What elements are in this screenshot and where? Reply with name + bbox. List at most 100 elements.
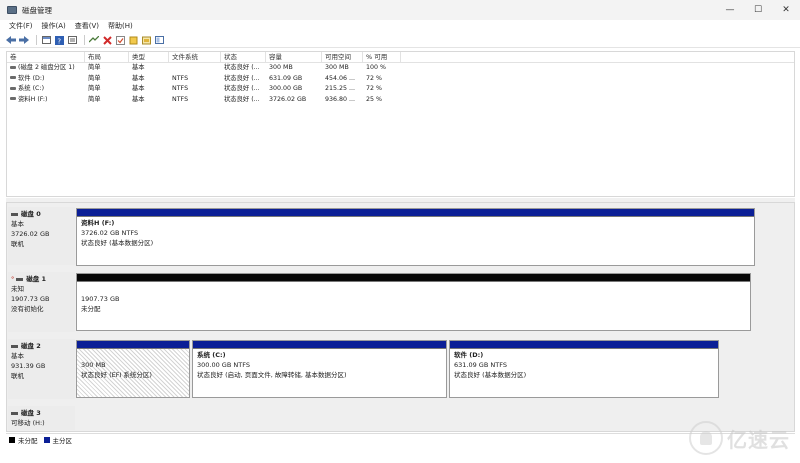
disk-map-pane: 磁盘 0 基本 3726.02 GB 联机 资料H (F:) 3726.02 G… <box>6 202 795 432</box>
partition-size: 300 MB <box>81 361 106 369</box>
partition-c[interactable]: 系统 (C:) 300.00 GB NTFS 状态良好 (启动, 页面文件, 故… <box>192 340 447 398</box>
table-row[interactable]: 软件 (D:) 简单 基本 NTFS 状态良好 (... 631.09 GB 4… <box>7 74 794 85</box>
disk-row: 磁盘 2 基本 931.39 GB 联机 300 MB 状态良好 (EFI 系统… <box>7 337 794 401</box>
disk-name: 磁盘 0 <box>21 210 41 218</box>
column-header-free-space[interactable]: 可用空间 <box>322 52 363 62</box>
column-header-capacity[interactable]: 容量 <box>266 52 322 62</box>
menu-view[interactable]: 查看(V) <box>75 21 99 31</box>
primary-partition-bar <box>77 209 754 217</box>
disk-row: 磁盘 3 可移动 (H:) <box>7 404 794 430</box>
status-cell: 状态良好 (... <box>224 74 260 82</box>
table-row[interactable]: (磁盘 2 磁盘分区 1) 简单 基本 状态良好 (... 300 MB 300… <box>7 63 794 74</box>
volume-cell: (磁盘 2 磁盘分区 1) <box>7 63 85 74</box>
title-bar: 磁盘管理 — ☐ ✕ <box>0 0 800 20</box>
partition-d[interactable]: 软件 (D:) 631.09 GB NTFS 状态良好 (基本数据分区) <box>449 340 719 398</box>
partition-name: 资料H (F:) <box>81 219 115 227</box>
partition-f[interactable]: 资料H (F:) 3726.02 GB NTFS 状态良好 (基本数据分区) <box>76 208 755 266</box>
rescan-icon[interactable] <box>141 35 151 45</box>
legend-swatch-unallocated <box>9 436 15 443</box>
percent-free-cell: 72 % <box>366 85 382 92</box>
unallocated-bar <box>77 274 750 282</box>
unallocated-region[interactable]: 1907.73 GB 未分配 <box>76 273 751 331</box>
partition-status: 状态良好 (启动, 页面文件, 故障转储, 基本数据分区) <box>197 371 347 379</box>
type-cell: 基本 <box>132 85 145 92</box>
legend-label-primary: 主分区 <box>52 436 73 445</box>
partition-size: 3726.02 GB NTFS <box>81 229 139 237</box>
forward-icon[interactable] <box>19 35 29 45</box>
legend-label-unallocated: 未分配 <box>18 436 38 445</box>
maximize-button[interactable]: ☐ <box>744 0 772 20</box>
menu-file[interactable]: 文件(F) <box>9 21 33 31</box>
watermark-logo-icon <box>689 421 723 455</box>
partition-name: 系统 (C:) <box>197 351 226 359</box>
disk-size: 3726.02 GB <box>11 230 50 238</box>
free-space-cell: 454.06 ... <box>325 74 356 82</box>
volume-icon <box>10 65 16 69</box>
column-header-volume[interactable]: 卷 <box>7 52 85 62</box>
type-cell: 基本 <box>132 95 145 103</box>
disk-row: ° 磁盘 1 未知 1907.73 GB 没有初始化 1907.73 GB 未分配 <box>7 270 794 334</box>
legend: 未分配 主分区 <box>6 433 795 445</box>
layout-cell: 简单 <box>88 74 101 82</box>
primary-partition-bar <box>450 341 718 349</box>
percent-free-cell: 72 % <box>366 74 382 82</box>
menu-action[interactable]: 操作(A) <box>42 21 66 31</box>
volume-name: (磁盘 2 磁盘分区 1) <box>18 64 75 71</box>
table-row[interactable]: 资料H (F:) 简单 基本 NTFS 状态良好 (... 3726.02 GB… <box>7 95 794 106</box>
toolbar: ? <box>0 33 800 48</box>
column-header-filesystem[interactable]: 文件系统 <box>169 52 221 62</box>
volume-icon <box>10 97 16 100</box>
primary-partition-bar <box>193 341 446 349</box>
partition-status: 状态良好 (EFI 系统分区) <box>81 371 152 379</box>
partition-status: 未分配 <box>81 305 101 313</box>
help-icon[interactable]: ? <box>54 35 64 45</box>
check-icon[interactable] <box>115 35 125 45</box>
primary-partition-bar <box>77 341 189 349</box>
partition-size: 300.00 GB NTFS <box>197 361 250 369</box>
volume-icon <box>10 76 16 79</box>
legend-swatch-primary <box>43 436 50 443</box>
percent-free-cell: 25 % <box>366 95 382 103</box>
disk-name: 磁盘 3 <box>21 409 41 417</box>
layout-cell: 简单 <box>88 64 101 71</box>
back-icon[interactable] <box>6 35 16 45</box>
free-space-cell: 936.80 ... <box>325 95 356 103</box>
disk-management-app-icon <box>7 6 17 14</box>
column-header-status[interactable]: 状态 <box>221 52 266 62</box>
volume-cell: 软件 (D:) <box>7 74 85 85</box>
properties-icon[interactable] <box>41 35 51 45</box>
column-header-percent-free[interactable]: % 可用 <box>363 52 401 62</box>
watermark: 亿速云 <box>689 421 790 455</box>
disk-name: 磁盘 1 <box>26 275 47 283</box>
layout-cell: 简单 <box>88 85 101 92</box>
disk-info-3[interactable]: 磁盘 3 可移动 (H:) <box>8 406 75 430</box>
disk-type: 未知 <box>11 285 24 293</box>
minimize-button[interactable]: — <box>716 0 744 20</box>
volume-name: 资料H (F:) <box>18 95 48 103</box>
view-icon[interactable] <box>154 35 164 45</box>
free-space-cell: 300 MB <box>325 64 349 71</box>
watermark-text: 亿速云 <box>727 427 790 452</box>
column-header-layout[interactable]: 布局 <box>85 52 129 62</box>
partition-efi[interactable]: 300 MB 状态良好 (EFI 系统分区) <box>76 340 190 398</box>
column-header-type[interactable]: 类型 <box>129 52 169 62</box>
new-icon[interactable] <box>128 35 138 45</box>
disk-status: 联机 <box>11 240 24 248</box>
list-icon[interactable] <box>67 35 77 45</box>
close-button[interactable]: ✕ <box>772 0 800 20</box>
capacity-cell: 300.00 GB <box>269 85 303 92</box>
disk-status: 没有初始化 <box>11 305 44 313</box>
filesystem-cell: NTFS <box>172 74 189 82</box>
volume-name: 系统 (C:) <box>18 85 45 92</box>
disk-info-0[interactable]: 磁盘 0 基本 3726.02 GB 联机 <box>8 207 75 265</box>
connect-icon[interactable] <box>89 35 99 45</box>
disk-info-1[interactable]: ° 磁盘 1 未知 1907.73 GB 没有初始化 <box>8 272 75 332</box>
disk-name: 磁盘 2 <box>21 342 41 350</box>
disk-info-2[interactable]: 磁盘 2 基本 931.39 GB 联机 <box>8 339 75 399</box>
disk-type: 基本 <box>11 220 24 228</box>
table-header: 卷 布局 类型 文件系统 状态 容量 可用空间 % 可用 <box>7 52 794 63</box>
menu-help[interactable]: 帮助(H) <box>108 21 133 31</box>
delete-icon[interactable] <box>102 35 112 45</box>
table-row[interactable]: 系统 (C:) 简单 基本 NTFS 状态良好 (... 300.00 GB 2… <box>7 84 794 95</box>
disk-icon <box>11 212 18 216</box>
